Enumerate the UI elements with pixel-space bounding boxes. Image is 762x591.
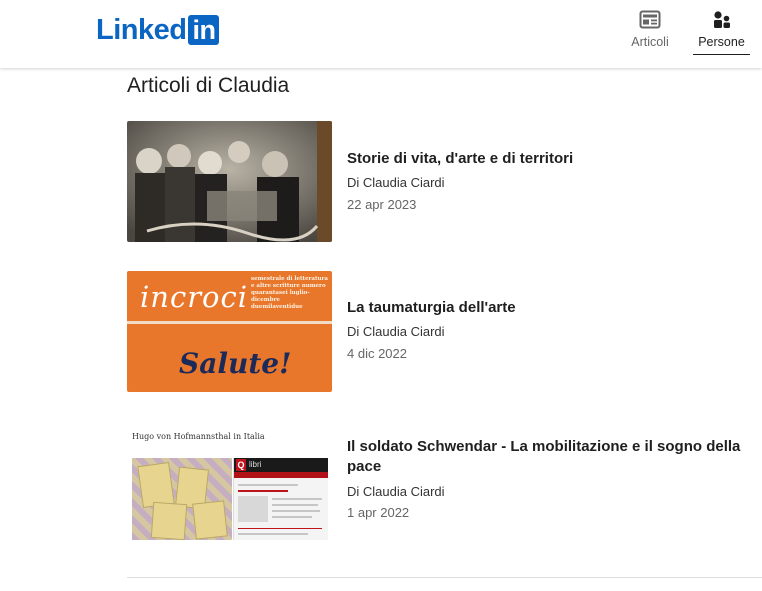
nav-persone-label: Persone (698, 35, 745, 49)
cover-salute: Salute! (179, 347, 292, 380)
article-thumbnail[interactable] (127, 121, 332, 242)
article-author: Di Claudia Ciardi (347, 175, 445, 190)
linkedin-logo[interactable]: Linked in (96, 14, 220, 46)
section-divider (127, 577, 762, 578)
q-libri-label: libri (249, 460, 262, 469)
nav-articoli[interactable]: Articoli (626, 8, 674, 54)
article-date: 4 dic 2022 (347, 346, 407, 361)
article-card[interactable]: Hugo von Hofmannsthal in Italia Q libri … (127, 429, 762, 550)
article-title[interactable]: Il soldato Schwendar - La mobilitazione … (347, 437, 759, 477)
newspaper-icon (638, 8, 662, 32)
article-card[interactable]: Storie di vita, d'arte e di territori Di… (127, 121, 762, 242)
top-bar: Linked in Articoli Persone (0, 0, 762, 68)
article-author: Di Claudia Ciardi (347, 484, 445, 499)
article-title[interactable]: Storie di vita, d'arte e di territori (347, 149, 759, 169)
thumbnail-caption: Hugo von Hofmannsthal in Italia (132, 432, 265, 441)
page-title: Articoli di Claudia (127, 74, 290, 97)
website-screenshot-image: Q libri (233, 458, 328, 540)
books-photo-image (132, 458, 232, 541)
cover-subtitle: semestrale di letteratura e altre scritt… (251, 276, 328, 310)
people-icon (710, 8, 734, 32)
article-card[interactable]: incroci semestrale di letteratura e altr… (127, 271, 762, 392)
nav-persone[interactable]: Persone (693, 8, 750, 55)
logo-in-box: in (188, 15, 220, 45)
article-thumbnail[interactable]: incroci semestrale di letteratura e altr… (127, 271, 332, 392)
vintage-photo-image (127, 121, 332, 242)
article-date: 22 apr 2023 (347, 197, 417, 212)
cover-title: incroci (140, 280, 249, 314)
logo-wordmark: Linked (96, 14, 187, 46)
article-date: 1 apr 2022 (347, 505, 410, 520)
q-logo: Q (236, 459, 246, 471)
article-author: Di Claudia Ciardi (347, 324, 445, 339)
article-thumbnail[interactable]: Hugo von Hofmannsthal in Italia Q libri (127, 429, 332, 550)
article-title[interactable]: La taumaturgia dell'arte (347, 298, 759, 318)
nav-articoli-label: Articoli (631, 35, 669, 49)
